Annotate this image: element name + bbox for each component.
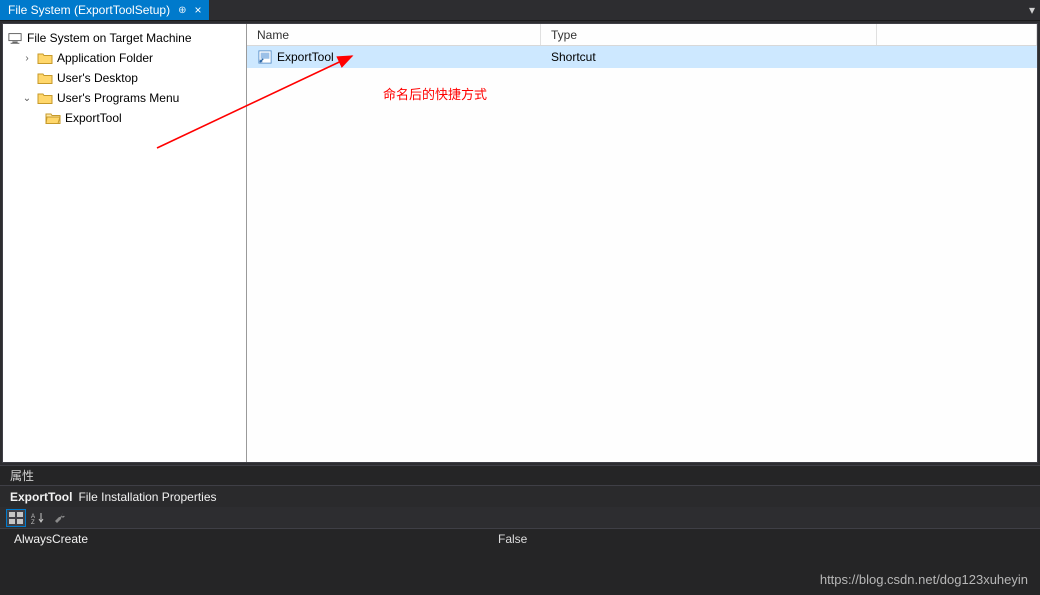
tab-filesystem[interactable]: File System (ExportToolSetup) ⊕ ×	[0, 0, 209, 20]
property-key: AlwaysCreate	[0, 532, 490, 546]
tree-item-app-folder[interactable]: › Application Folder	[3, 48, 246, 68]
shortcut-icon	[257, 49, 273, 65]
watermark: https://blog.csdn.net/dog123xuheyin	[820, 572, 1028, 587]
svg-text:Z: Z	[31, 520, 35, 524]
list-row[interactable]: ExportTool Shortcut	[247, 46, 1037, 68]
properties-title: 属性	[0, 466, 1040, 486]
chevron-right-icon[interactable]: ›	[21, 53, 33, 64]
tabbar-dropdown[interactable]: ▾	[1024, 0, 1040, 20]
properties-subject-desc: File Installation Properties	[78, 490, 216, 504]
list-header: Name Type	[247, 24, 1037, 46]
categorize-button[interactable]	[6, 509, 26, 527]
tree-root-label: File System on Target Machine	[27, 31, 192, 45]
tree-item-programs-menu[interactable]: ⌄ User's Programs Menu	[3, 88, 246, 108]
tree-pane: File System on Target Machine › Applicat…	[3, 24, 247, 462]
property-row[interactable]: AlwaysCreate False	[0, 529, 1040, 549]
cell-type: Shortcut	[541, 50, 877, 64]
property-value[interactable]: False	[490, 532, 1040, 546]
close-icon[interactable]: ×	[194, 3, 201, 17]
col-spacer	[877, 24, 1037, 45]
pin-icon[interactable]: ⊕	[178, 5, 186, 16]
folder-open-icon	[45, 110, 61, 126]
list-body[interactable]: ExportTool Shortcut 命名后的快捷方式	[247, 46, 1037, 462]
chevron-down-icon[interactable]: ⌄	[21, 93, 33, 104]
document-tabbar: File System (ExportToolSetup) ⊕ × ▾	[0, 0, 1040, 21]
col-type-header[interactable]: Type	[541, 24, 877, 45]
col-name-header[interactable]: Name	[247, 24, 541, 45]
folder-icon	[37, 70, 53, 86]
properties-subject-name: ExportTool	[10, 490, 72, 504]
list-pane: Name Type ExportTool Shortcut 命名后的快捷方	[247, 24, 1037, 462]
main-area: File System on Target Machine › Applicat…	[2, 23, 1038, 463]
sort-az-button[interactable]: AZ	[28, 509, 48, 527]
tree-item-label: User's Desktop	[57, 71, 138, 85]
tree-item-desktop[interactable]: User's Desktop	[3, 68, 246, 88]
tree-item-exporttool[interactable]: ExportTool	[3, 108, 246, 128]
tab-title: File System (ExportToolSetup)	[8, 3, 170, 17]
tree-item-label: Application Folder	[57, 51, 153, 65]
wrench-icon[interactable]	[50, 509, 70, 527]
machine-icon	[7, 30, 23, 46]
properties-subject: ExportTool File Installation Properties	[0, 486, 1040, 507]
folder-icon	[37, 90, 53, 106]
annotation-text: 命名后的快捷方式	[383, 84, 487, 103]
tree-root[interactable]: File System on Target Machine	[3, 28, 246, 48]
folder-icon	[37, 50, 53, 66]
tree-item-label: User's Programs Menu	[57, 91, 179, 105]
cell-name-text: ExportTool	[277, 50, 334, 64]
cell-name: ExportTool	[247, 49, 541, 65]
properties-toolbar: AZ	[0, 507, 1040, 529]
tree-item-label: ExportTool	[65, 111, 122, 125]
